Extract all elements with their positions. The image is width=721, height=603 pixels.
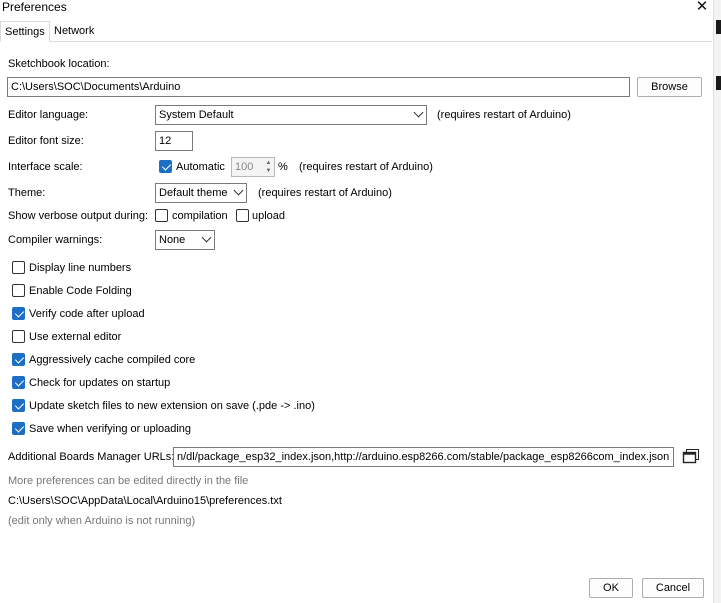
use-external-editor-checkbox[interactable] <box>12 330 25 343</box>
close-icon[interactable]: ✕ <box>694 0 710 14</box>
option-label: Aggressively cache compiled core <box>29 354 196 366</box>
display-line-numbers-checkbox[interactable] <box>12 261 25 274</box>
option-label: Check for updates on startup <box>29 377 171 389</box>
editor-language-select[interactable]: System Default <box>155 105 427 125</box>
save-when-verifying-checkbox[interactable] <box>12 422 25 435</box>
verbose-compilation-checkbox[interactable] <box>155 209 168 222</box>
tab-settings[interactable]: Settings <box>0 21 50 42</box>
chevron-down-icon <box>413 107 424 118</box>
editor-language-label: Editor language: <box>8 109 89 121</box>
chevron-down-icon <box>201 232 212 243</box>
compiler-warnings-label: Compiler warnings: <box>8 234 103 246</box>
update-extension-checkbox[interactable] <box>12 399 25 412</box>
verbose-upload-checkbox[interactable] <box>236 209 249 222</box>
font-size-input[interactable]: 12 <box>155 131 193 151</box>
cancel-button[interactable]: Cancel <box>642 578 704 598</box>
editor-language-value: System Default <box>159 109 234 121</box>
option-label: Use external editor <box>29 331 122 343</box>
verbose-label: Show verbose output during: <box>8 210 149 222</box>
more-preferences-note: More preferences can be edited directly … <box>8 475 249 487</box>
cache-compiled-core-checkbox[interactable] <box>12 353 25 366</box>
compiler-warnings-value: None <box>159 234 186 246</box>
window-title: Preferences <box>2 0 67 14</box>
background-window-edge <box>716 20 721 34</box>
interface-scale-unit: % <box>278 161 288 173</box>
option-label: Verify code after upload <box>29 308 145 320</box>
interface-scale-value: 100 <box>235 161 254 173</box>
boards-manager-label: Additional Boards Manager URLs: <box>8 451 175 463</box>
editor-language-note: (requires restart of Arduino) <box>437 109 571 121</box>
theme-label: Theme: <box>8 187 46 199</box>
tab-bar-divider <box>2 41 712 42</box>
option-label: Save when verifying or uploading <box>29 423 192 435</box>
enable-code-folding-checkbox[interactable] <box>12 284 25 297</box>
check-updates-checkbox[interactable] <box>12 376 25 389</box>
chevron-down-icon <box>233 185 244 196</box>
verbose-upload-label: upload <box>252 210 286 222</box>
background-window-strip <box>713 0 721 603</box>
interface-scale-label: Interface scale: <box>8 161 83 173</box>
option-label: Update sketch files to new extension on … <box>29 400 315 412</box>
background-window-edge <box>716 76 721 90</box>
sketchbook-location-input[interactable]: C:\Users\SOC\Documents\Arduino <box>7 77 630 97</box>
theme-note: (requires restart of Arduino) <box>258 187 392 199</box>
verbose-compilation-label: compilation <box>172 210 228 222</box>
sketchbook-label: Sketchbook location: <box>8 58 110 70</box>
tab-network[interactable]: Network <box>50 21 98 42</box>
verify-after-upload-checkbox[interactable] <box>12 307 25 320</box>
preferences-file-path: C:\Users\SOC\AppData\Local\Arduino15\pre… <box>8 495 282 507</box>
edit-warning-note: (edit only when Arduino is not running) <box>8 515 196 527</box>
theme-value: Default theme <box>159 187 228 199</box>
spinner-arrows-icon[interactable]: ▲ ▼ <box>264 159 273 175</box>
boards-manager-urls-input[interactable]: n/dl/package_esp32_index.json,http://ard… <box>173 447 674 467</box>
browse-button[interactable]: Browse <box>637 77 702 97</box>
option-label: Enable Code Folding <box>29 285 132 297</box>
interface-scale-note: (requires restart of Arduino) <box>299 161 433 173</box>
theme-select[interactable]: Default theme <box>155 183 247 203</box>
option-label: Display line numbers <box>29 262 132 274</box>
interface-scale-spinner[interactable]: 100 ▲ ▼ <box>231 157 275 177</box>
font-size-label: Editor font size: <box>8 135 84 147</box>
automatic-scale-label: Automatic <box>176 161 225 173</box>
window-copy-icon[interactable] <box>682 448 700 465</box>
automatic-scale-checkbox[interactable] <box>159 160 172 173</box>
compiler-warnings-select[interactable]: None <box>155 230 215 250</box>
ok-button[interactable]: OK <box>589 578 633 598</box>
